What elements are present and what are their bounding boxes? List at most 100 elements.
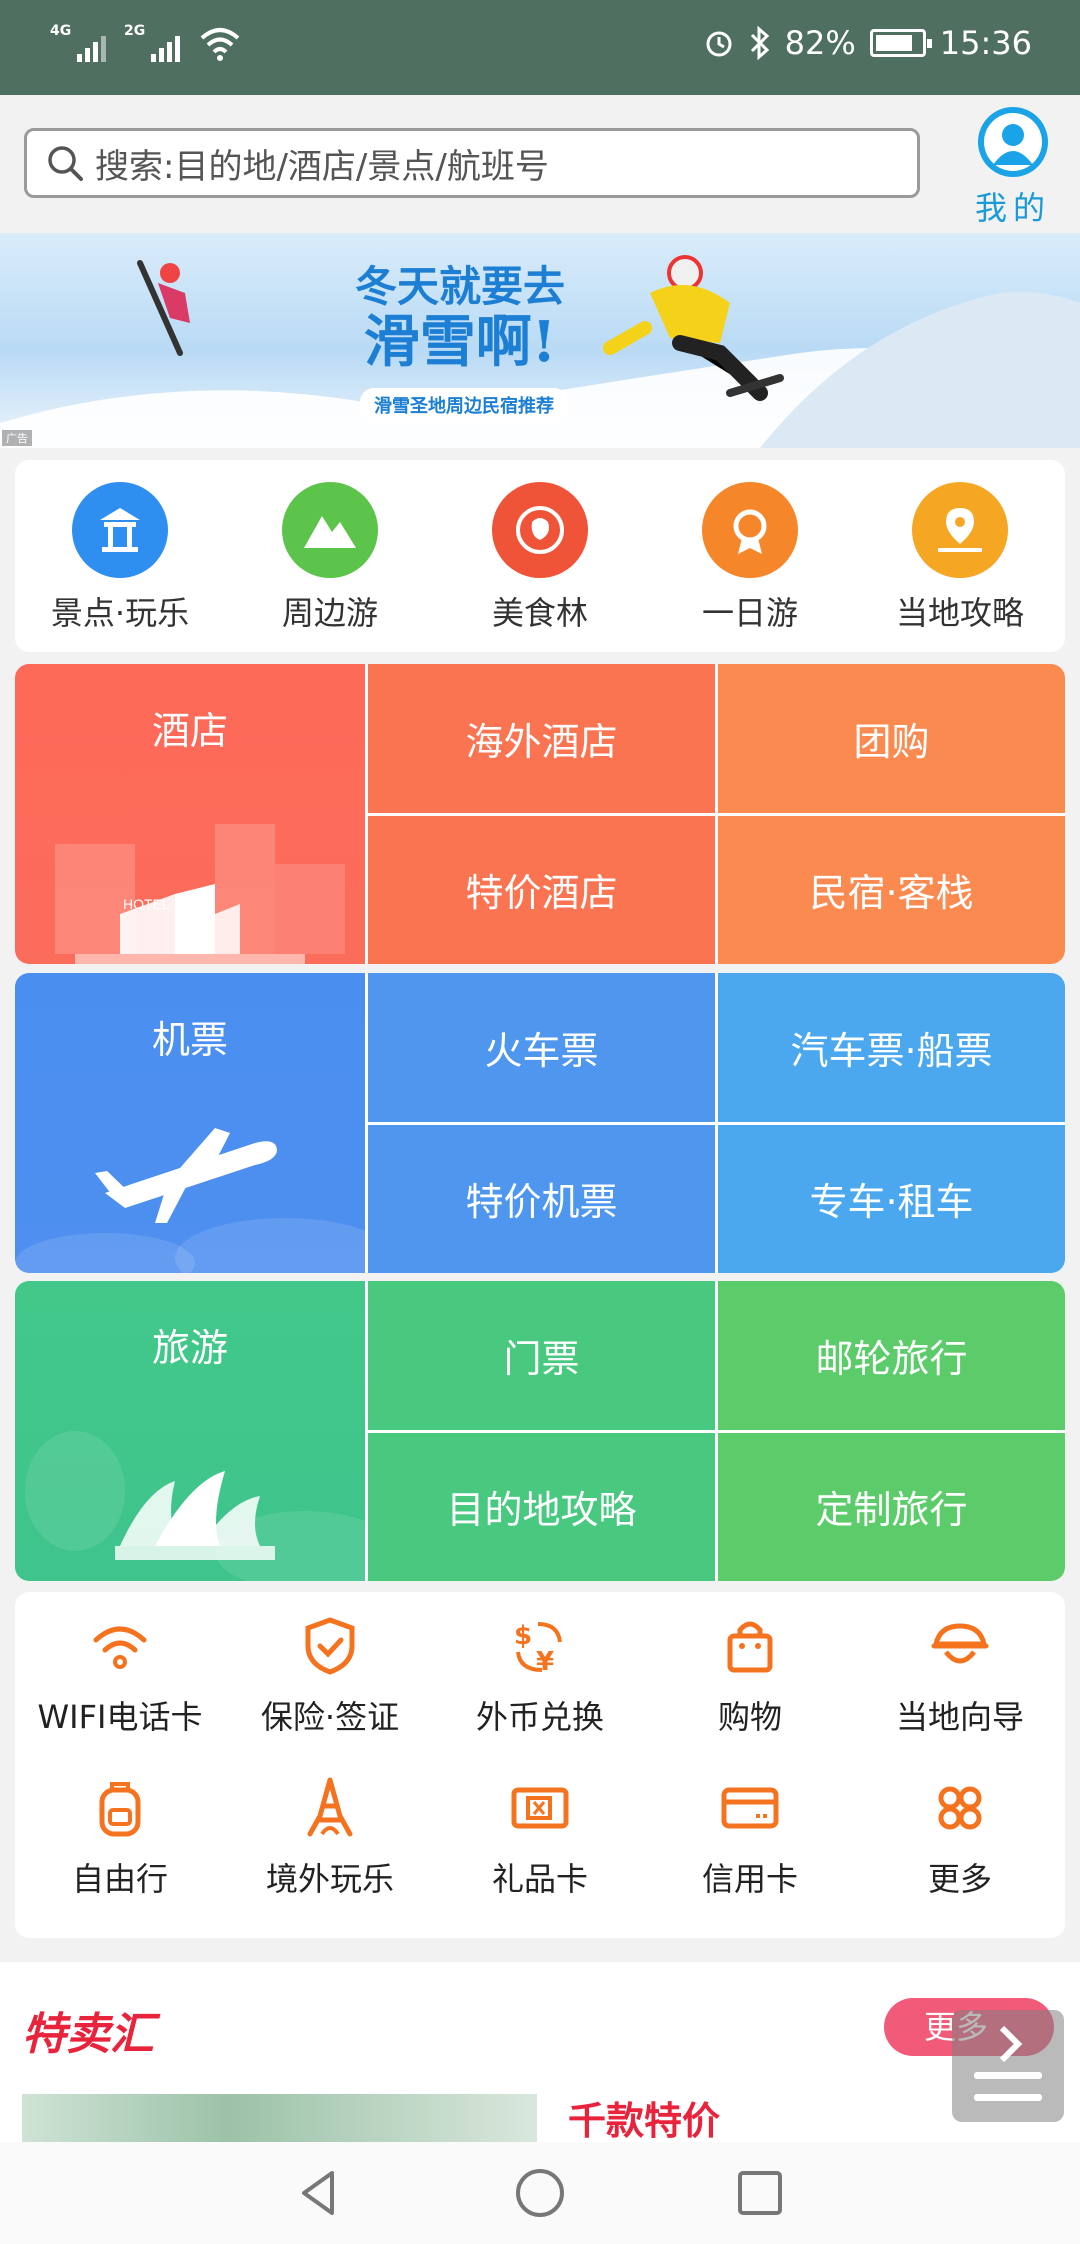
- back-icon[interactable]: [292, 2165, 348, 2221]
- service-label: 购物: [717, 1698, 782, 1736]
- status-bar: 4G 2G 82% 15:36: [0, 0, 1080, 95]
- hotel-grid: 酒店 HOTEL 海外酒店 团购 特价酒店 民宿·客栈: [15, 664, 1065, 964]
- header: 搜索:目的地/酒店/景点/航班号 我的: [0, 95, 1080, 233]
- svg-text:$: $: [514, 1621, 532, 1651]
- food-badge-icon: [492, 482, 588, 578]
- svg-text:¥: ¥: [536, 1647, 554, 1677]
- service-currency-exchange[interactable]: $ ¥ 外币兑换: [435, 1614, 645, 1776]
- service-insurance-visa[interactable]: 保险·签证: [225, 1614, 435, 1776]
- opera-house-icon: [25, 1431, 365, 1581]
- quick-item-attractions[interactable]: 景点·玩乐: [15, 460, 225, 652]
- service-label: 礼品卡: [491, 1860, 588, 1898]
- mountain-icon: [282, 482, 378, 578]
- quick-item-daytrip[interactable]: 一日游: [645, 460, 855, 652]
- avatar-icon: [978, 107, 1048, 177]
- discount-hotel-tile[interactable]: 特价酒店: [368, 815, 715, 964]
- service-label: 更多: [927, 1860, 992, 1898]
- service-overseas-fun[interactable]: 境外玩乐: [225, 1776, 435, 1938]
- wifi-status-icon: [200, 28, 240, 61]
- promo-banner[interactable]: 冬天就要去 滑雪啊! 滑雪圣地周边民宿推荐 广告: [0, 233, 1080, 448]
- airplane-icon: [15, 1128, 365, 1273]
- quick-item-label: 一日游: [701, 594, 798, 632]
- pavilion-icon: [72, 482, 168, 578]
- overseas-hotel-tile[interactable]: 海外酒店: [368, 664, 715, 813]
- service-gift-card[interactable]: 礼品卡: [435, 1776, 645, 1938]
- service-shopping[interactable]: 购物: [645, 1614, 855, 1776]
- system-nav-bar: [0, 2142, 1080, 2244]
- custom-travel-tile[interactable]: 定制旅行: [718, 1432, 1065, 1581]
- group-buy-tile[interactable]: 团购: [718, 664, 1065, 813]
- homestay-inn-tile[interactable]: 民宿·客栈: [718, 815, 1065, 964]
- car-rental-tile[interactable]: 专车·租车: [718, 1124, 1065, 1273]
- recent-apps-icon[interactable]: [732, 2165, 788, 2221]
- hotel-building-icon: HOTEL: [55, 824, 345, 964]
- quick-nav: 景点·玩乐 周边游 美食林 一日游 当地攻略: [15, 460, 1065, 652]
- special-sale-item-title[interactable]: 千款特价: [568, 2090, 720, 2142]
- service-wifi[interactable]: WIFI电话卡: [15, 1614, 225, 1776]
- gift-card-icon: [511, 1787, 569, 1829]
- hotel-sign-label: HOTEL: [123, 896, 170, 912]
- hotel-tile[interactable]: 酒店 HOTEL: [15, 664, 365, 964]
- chevron-right-icon: [999, 2025, 1023, 2063]
- alarm-icon: [706, 31, 732, 57]
- discount-flight-tile[interactable]: 特价机票: [368, 1124, 715, 1273]
- cruise-tile[interactable]: 邮轮旅行: [718, 1281, 1065, 1430]
- flight-tile[interactable]: 机票: [15, 973, 365, 1273]
- services-grid: WIFI电话卡 保险·签证 $ ¥ 外币兑换 购物 当地向导 自由行 境外玩乐 礼…: [15, 1592, 1065, 1938]
- special-sale-section: 特卖汇 更多 千款特价: [0, 1962, 1080, 2142]
- my-account-label: 我的: [974, 189, 1051, 227]
- guide-hat-icon: [931, 1623, 989, 1664]
- bus-ferry-ticket-tile[interactable]: 汽车票·船票: [718, 973, 1065, 1122]
- bluetooth-icon: [750, 26, 769, 60]
- transport-grid: 机票 火车票 汽车票·船票 特价机票 专车·租车: [15, 973, 1065, 1273]
- special-sale-photo[interactable]: [22, 2094, 537, 2142]
- quick-item-nearby[interactable]: 周边游: [225, 460, 435, 652]
- service-more[interactable]: 更多: [855, 1776, 1065, 1938]
- battery-icon: [869, 29, 932, 57]
- service-credit-card[interactable]: 信用卡: [645, 1776, 855, 1938]
- ad-tag: 广告: [2, 430, 32, 446]
- search-placeholder: 搜索:目的地/酒店/景点/航班号: [95, 146, 549, 187]
- sun-badge-icon: [702, 482, 798, 578]
- service-label: WIFI电话卡: [37, 1698, 203, 1736]
- travel-tile[interactable]: 旅游: [15, 1281, 365, 1581]
- quick-item-food[interactable]: 美食林: [435, 460, 645, 652]
- flight-tile-label: 机票: [151, 1018, 228, 1062]
- cellular-signal-2-icon: 2G: [124, 24, 180, 64]
- my-account-button[interactable]: 我的: [958, 107, 1068, 227]
- quick-item-label: 美食林: [491, 594, 588, 632]
- floating-menu-button[interactable]: [952, 2010, 1064, 2122]
- quick-item-guide[interactable]: 当地攻略: [855, 460, 1065, 652]
- train-ticket-tile[interactable]: 火车票: [368, 973, 715, 1122]
- home-icon[interactable]: [512, 2165, 568, 2221]
- network-type-label: 4G: [50, 23, 72, 39]
- travel-tile-label: 旅游: [151, 1326, 228, 1370]
- eiffel-tower-icon: [307, 1777, 353, 1837]
- service-local-guide[interactable]: 当地向导: [855, 1614, 1065, 1776]
- banner-headline-line2: 滑雪啊!: [363, 309, 557, 375]
- shield-icon: [305, 1617, 355, 1675]
- banner-headline: 冬天就要去 滑雪啊!: [330, 262, 590, 375]
- banner-headline-line1: 冬天就要去: [354, 262, 565, 311]
- destination-guide-tile[interactable]: 目的地攻略: [368, 1432, 715, 1581]
- backpack-icon: [99, 1782, 141, 1837]
- network-type-2-label: 2G: [124, 23, 146, 39]
- search-input[interactable]: 搜索:目的地/酒店/景点/航班号: [24, 128, 920, 198]
- service-independent-travel[interactable]: 自由行: [15, 1776, 225, 1938]
- credit-card-icon: [721, 1787, 779, 1829]
- service-label: 当地向导: [895, 1698, 1024, 1736]
- service-label: 自由行: [71, 1860, 168, 1898]
- quick-item-label: 景点·玩乐: [50, 594, 190, 632]
- shopping-bag-icon: [727, 1621, 773, 1673]
- search-icon: [48, 146, 83, 181]
- service-label: 信用卡: [701, 1860, 798, 1898]
- service-label: 外币兑换: [475, 1698, 604, 1736]
- admission-ticket-tile[interactable]: 门票: [368, 1281, 715, 1430]
- banner-subtitle: 滑雪圣地周边民宿推荐: [360, 388, 568, 422]
- cellular-signal-icon: 4G: [50, 24, 106, 64]
- clock: 15:36: [939, 24, 1032, 62]
- hotel-tile-label: 酒店: [151, 709, 228, 753]
- quick-item-label: 周边游: [281, 594, 378, 632]
- special-sale-logo: 特卖汇: [22, 2009, 154, 2060]
- service-label: 保险·签证: [260, 1698, 400, 1736]
